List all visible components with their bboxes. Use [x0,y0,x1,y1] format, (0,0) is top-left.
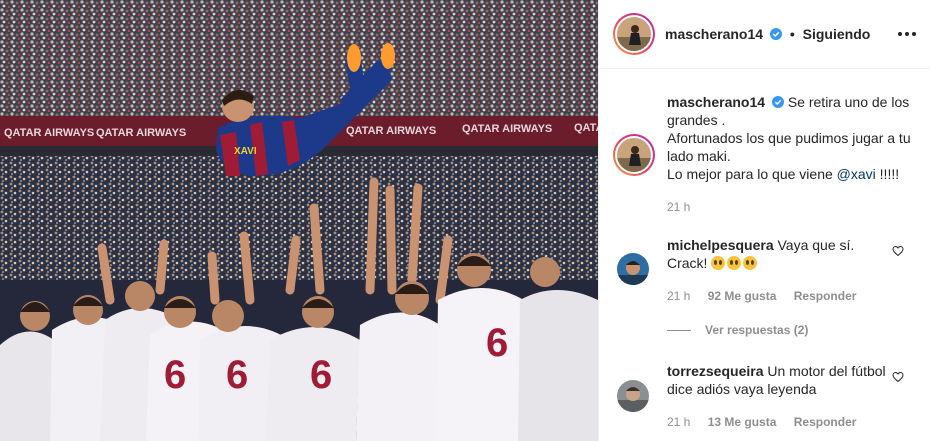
ad-board-text: QATAR AIRWAYS [96,127,186,139]
post-header: mascherano14 • Siguiendo [599,0,930,69]
caption-line: !!!!! [875,166,900,182]
avatar-photo [617,17,651,51]
ad-board-text: QATAR AIRWAYS [346,125,436,137]
caption-line: Lo mejor para lo que viene [667,166,837,182]
view-replies-button[interactable]: Ver respuestas (2) [705,323,808,337]
emoji-icon [727,256,742,270]
caption-line: Afortunados los que pudimos jugar a tu l… [667,130,911,164]
verified-badge-icon [771,96,784,108]
avatar-photo [617,253,649,285]
avatar-photo [617,380,649,412]
header-line: mascherano14 • Siguiendo [665,26,870,42]
reply-button[interactable]: Responder [794,415,857,429]
separator-dot: • [789,26,795,42]
mention-link[interactable]: @xavi [837,166,876,182]
caption-timestamp: 21 h [667,200,691,214]
comment: michelpesquera Vaya que sí. Crack! [667,236,887,272]
author-username[interactable]: mascherano14 [665,26,763,42]
avatar-photo [617,138,651,172]
verified-badge-icon [769,28,782,40]
like-heart-icon[interactable] [892,245,904,257]
commenter-avatar[interactable] [617,380,649,412]
comment-likes[interactable]: 13 Me gusta [708,415,777,429]
shirt-number: 6 [226,353,248,397]
comment-username[interactable]: michelpesquera [667,237,774,253]
celebration-photo: QATAR AIRWAYS QATAR AIRWAYS QATAR AIRWAY… [0,0,598,441]
jersey-name: XAVI [234,146,257,157]
post-photo[interactable]: QATAR AIRWAYS QATAR AIRWAYS QATAR AIRWAY… [0,0,598,441]
more-options-icon[interactable] [897,24,917,44]
shirt-number: 6 [310,353,332,397]
caption-username[interactable]: mascherano14 [667,94,765,110]
emoji-icon [743,256,758,270]
shirt-number: 6 [486,321,508,365]
comment-meta: 21 h 13 Me gusta Responder [667,415,856,429]
post-caption: mascherano14 Se retira uno de los grande… [667,93,917,183]
like-heart-icon[interactable] [892,371,904,383]
ad-board-text: QATAR AIRWAYS [4,127,94,139]
comment-time: 21 h [667,289,691,303]
replies-divider [667,330,691,331]
commenter-avatar[interactable] [617,253,649,285]
comment-time: 21 h [667,415,691,429]
comment-username[interactable]: torrezsequeira [667,363,763,379]
comment: torrezsequeira Un motor del fútbol dice … [667,362,887,398]
reply-button[interactable]: Responder [794,289,857,303]
following-button[interactable]: Siguiendo [803,26,871,42]
author-avatar[interactable] [613,13,655,55]
ad-board-text: QATAR AIRWAYS [574,122,598,134]
emoji-icon [711,256,726,270]
shirt-number: 6 [164,353,186,397]
comment-likes[interactable]: 92 Me gusta [708,289,777,303]
comment-meta: 21 h 92 Me gusta Responder [667,289,856,303]
post-sidebar: mascherano14 • Siguiendo mascherano14 Se… [598,0,930,441]
ad-board-text: QATAR AIRWAYS [462,123,552,135]
caption-avatar[interactable] [613,134,655,176]
